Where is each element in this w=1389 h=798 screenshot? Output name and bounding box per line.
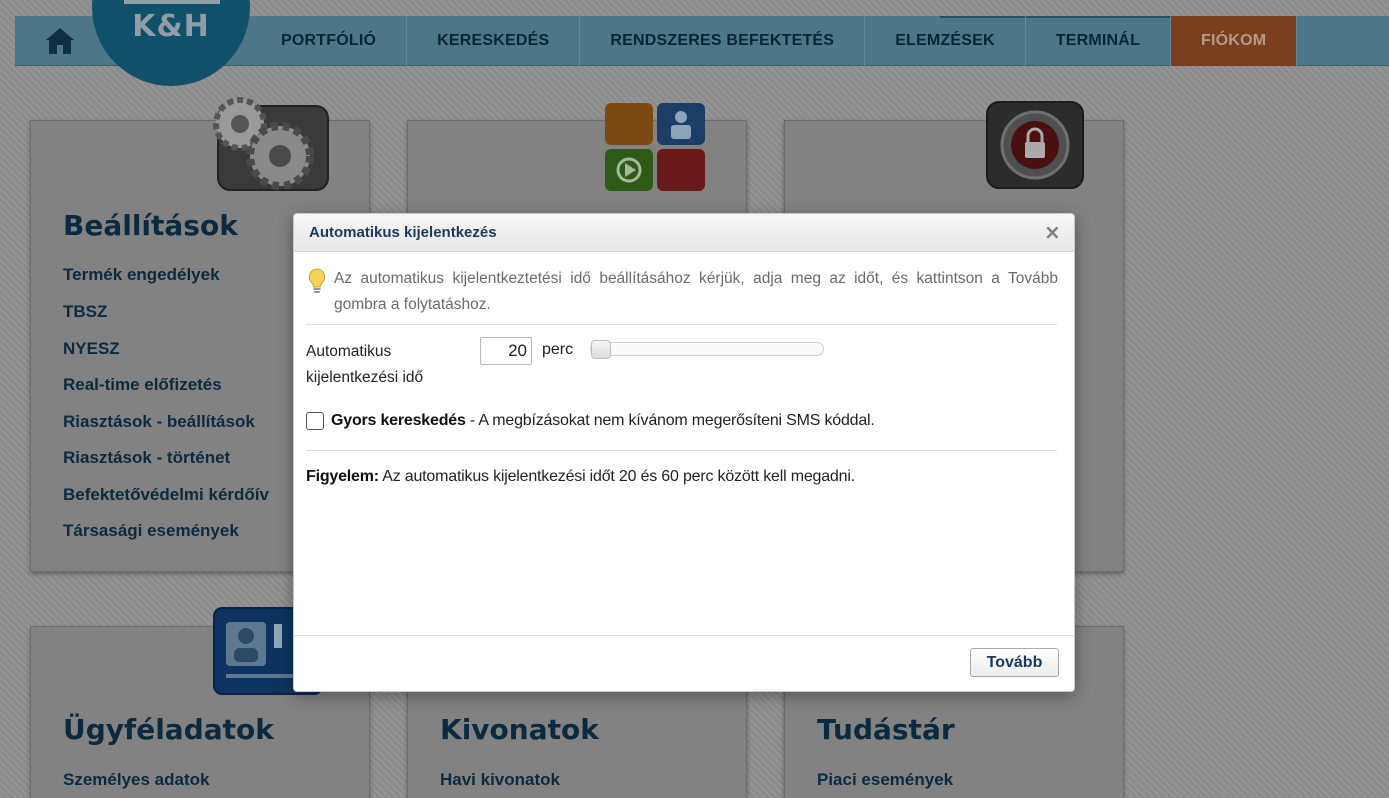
timeout-input[interactable]: [480, 337, 532, 365]
knowledge-title: Tudástár: [817, 713, 955, 746]
info-text: Az automatikus kijelentkeztetési idő beá…: [334, 270, 1058, 313]
logo-mark: [124, 0, 220, 4]
fast-trading-text: Gyors kereskedés - A megbízásokat nem kí…: [331, 412, 875, 430]
nav-account[interactable]: FIÓKOM: [1171, 16, 1298, 66]
timeout-unit: perc: [542, 341, 574, 358]
settings-link-alerts-settings[interactable]: Riasztások - beállítások: [63, 412, 255, 432]
fast-trading-label: Gyors kereskedés: [331, 412, 466, 429]
dialog-header: Automatikus kijelentkezés ×: [294, 214, 1074, 252]
kh-logo[interactable]: K&H: [92, 0, 250, 86]
lightbulb-icon: [308, 268, 326, 293]
gears-icon: [213, 97, 329, 191]
auto-logout-dialog: Automatikus kijelentkezés × Az automatik…: [293, 213, 1075, 692]
settings-link-tbsz[interactable]: TBSZ: [63, 302, 107, 322]
timeout-label: Automatikus kijelentkezési idő: [306, 343, 424, 386]
client-link-personal-data[interactable]: Személyes adatok: [63, 770, 209, 790]
nav-terminal[interactable]: TERMINÁL: [1026, 16, 1172, 66]
settings-link-investor-questionnaire[interactable]: Befektetővédelmi kérdőív: [63, 485, 269, 505]
nav-analyses[interactable]: ELEMZÉSEK: [865, 16, 1026, 66]
settings-link-alerts-history[interactable]: Riasztások - történet: [63, 448, 230, 468]
close-icon[interactable]: ×: [1044, 222, 1061, 242]
settings-link-product-permissions[interactable]: Termék engedélyek: [63, 265, 220, 285]
dialog-footer: Tovább: [294, 635, 1074, 691]
services-icon: [605, 103, 705, 191]
fast-trading-description: - A megbízásokat nem kívánom megerősíten…: [465, 412, 875, 429]
fast-trading-checkbox[interactable]: [306, 412, 324, 430]
statements-link-monthly[interactable]: Havi kivonatok: [440, 770, 560, 790]
settings-link-nyesz[interactable]: NYESZ: [63, 339, 120, 359]
logo-text: K&H: [132, 9, 210, 44]
home-button[interactable]: [15, 16, 105, 66]
next-button[interactable]: Tovább: [970, 648, 1059, 677]
home-icon: [46, 28, 74, 54]
dialog-title: Automatikus kijelentkezés: [309, 224, 497, 241]
nav-trading[interactable]: KERESKEDÉS: [407, 16, 581, 66]
warning-description: Az automatikus kijelentkezési időt 20 és…: [378, 468, 855, 485]
warning-text: Figyelem: Az automatikus kijelentkezési …: [306, 468, 855, 486]
divider: [306, 450, 1057, 451]
nav-portfolio[interactable]: PORTFÓLIÓ: [251, 16, 408, 66]
slider-handle[interactable]: [591, 340, 611, 359]
fast-trading-row: Gyors kereskedés - A megbízásokat nem kí…: [306, 412, 875, 430]
divider: [306, 324, 1057, 325]
settings-link-corporate-events[interactable]: Társasági események: [63, 521, 239, 541]
main-menu: PORTFÓLIÓ KERESKEDÉS RENDSZERES BEFEKTET…: [251, 16, 1298, 66]
settings-title: Beállítások: [63, 209, 238, 242]
warning-label: Figyelem:: [306, 468, 379, 485]
client-data-title: Ügyféladatok: [63, 713, 274, 746]
knowledge-link-market-events[interactable]: Piaci események: [817, 770, 953, 790]
statements-title: Kivonatok: [440, 713, 599, 746]
nav-regular-investment[interactable]: RENDSZERES BEFEKTETÉS: [580, 16, 866, 66]
settings-link-realtime[interactable]: Real-time előfizetés: [63, 375, 222, 395]
lock-icon: [986, 101, 1084, 189]
timeout-slider[interactable]: [590, 340, 824, 359]
dialog-info: Az automatikus kijelentkeztetési idő beá…: [306, 266, 1058, 328]
